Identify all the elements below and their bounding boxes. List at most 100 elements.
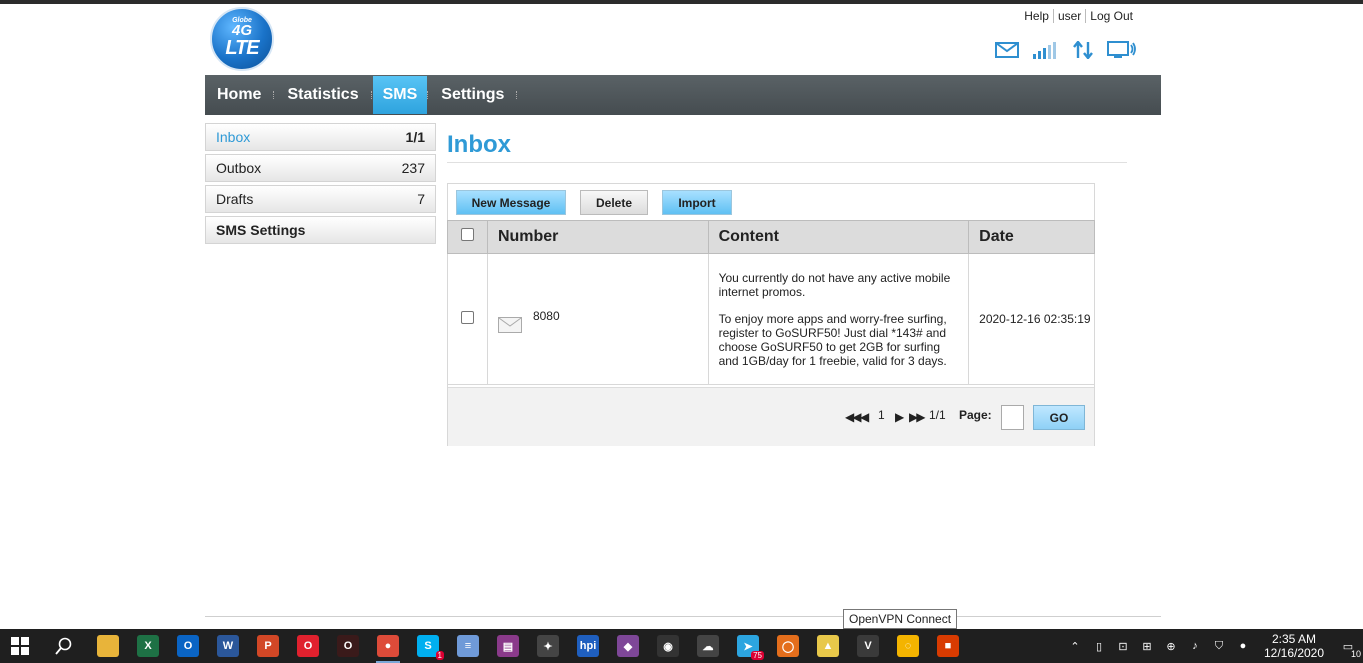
prev-page-icon[interactable]: ◀	[860, 410, 869, 424]
envelope-icon[interactable]	[995, 42, 1019, 58]
first-page-icon[interactable]: ◀◀	[845, 410, 862, 424]
office-glyph: ■	[937, 635, 959, 657]
sidebar-item-outbox[interactable]: Outbox 237	[205, 154, 436, 182]
office-icon[interactable]: ■	[928, 629, 968, 663]
hpi-icon[interactable]: hpi	[568, 629, 608, 663]
nav-settings[interactable]: Settings	[429, 75, 516, 115]
window-top-border	[0, 0, 1363, 4]
status-icons	[995, 40, 1137, 60]
envelope-icon	[497, 317, 522, 333]
volume-icon[interactable]: ♪	[1183, 629, 1207, 663]
chrome-icon[interactable]: ●	[368, 629, 408, 663]
powerpoint-icon[interactable]: P	[248, 629, 288, 663]
sidebar-item-sms-settings[interactable]: SMS Settings	[205, 216, 436, 244]
sidebar-item-inbox[interactable]: Inbox 1/1	[205, 123, 436, 151]
chat-icon[interactable]: ◌	[888, 629, 928, 663]
pagination-bar: ◀◀ ◀ 1 ▶ ▶▶ 1/1 Page: GO	[448, 387, 1094, 446]
device-connection-icon	[1107, 41, 1136, 58]
nav-home[interactable]: Home	[205, 75, 273, 115]
microphone-icon[interactable]: ●	[1231, 629, 1255, 663]
cloud-icon[interactable]: ☁	[688, 629, 728, 663]
page-total: 1/1	[929, 408, 946, 422]
globe-icon[interactable]: ⊕	[1159, 629, 1183, 663]
system-tray: ⌃ ▯ ⊡ ⊞ ⊕ ♪ ⛉ ● 2:35 AM 12/16/2020 ▭ 10	[1063, 629, 1363, 663]
outlook-icon[interactable]: O	[168, 629, 208, 663]
page-label: Page:	[959, 408, 992, 422]
message-paragraph: To enjoy more apps and worry-free surfin…	[718, 311, 947, 368]
next-page-icon[interactable]: ▶	[895, 410, 904, 424]
opera-icon[interactable]: O	[288, 629, 328, 663]
search-icon[interactable]	[40, 629, 88, 663]
nav-sms[interactable]: SMS	[372, 76, 428, 114]
message-content: You currently do not have any active mob…	[709, 271, 969, 368]
tor-icon[interactable]: ◆	[608, 629, 648, 663]
app-swirl-icon[interactable]: ✦	[528, 629, 568, 663]
excel-icon[interactable]: X	[128, 629, 168, 663]
clock[interactable]: 2:35 AM 12/16/2020	[1255, 632, 1333, 660]
skype-badge: 1	[435, 651, 444, 660]
skype-icon[interactable]: S1	[408, 629, 448, 663]
column-number[interactable]: Number	[486, 220, 709, 254]
chrome-glyph: ●	[377, 635, 399, 657]
row-checkbox[interactable]	[461, 311, 474, 324]
number-cell: 8080	[486, 253, 709, 385]
sidebar-item-drafts[interactable]: Drafts 7	[205, 185, 436, 213]
chat-glyph: ◌	[897, 635, 919, 657]
network-icon[interactable]: ⊡	[1111, 629, 1135, 663]
tor-glyph: ◆	[617, 635, 639, 657]
help-link[interactable]: Help	[1020, 9, 1053, 23]
nav-statistics[interactable]: Statistics	[275, 75, 370, 115]
file-explorer-icon[interactable]	[88, 629, 128, 663]
globe-4g-lte-logo: Globe 4G LTE	[210, 7, 274, 71]
voicemeeter-icon[interactable]: V	[848, 629, 888, 663]
user-link[interactable]: user	[1052, 9, 1085, 23]
sidebar-item-label: Outbox	[216, 160, 262, 176]
last-page-icon[interactable]: ▶▶	[909, 410, 926, 424]
telegram-icon[interactable]: ➤ 75	[728, 629, 768, 663]
column-date[interactable]: Date	[968, 220, 1095, 254]
powerpoint-glyph: P	[257, 635, 279, 657]
action-toolbar: New Message Delete Import	[456, 190, 732, 215]
current-page-number[interactable]: 1	[878, 408, 885, 422]
footer-divider	[205, 616, 1161, 617]
shield-icon[interactable]: ⛉	[1207, 629, 1231, 663]
notifications-icon[interactable]: ▭ 10	[1333, 629, 1363, 663]
opera-gx-icon[interactable]: O	[328, 629, 368, 663]
message-paragraph: You currently do not have any active mob…	[718, 270, 951, 299]
winrar-icon[interactable]: ▤	[488, 629, 528, 663]
logout-link[interactable]: Log Out	[1085, 9, 1137, 23]
go-button[interactable]: GO	[1033, 405, 1085, 430]
clock-time: 2:35 AM	[1271, 632, 1317, 646]
notepad-icon[interactable]: ≡	[448, 629, 488, 663]
windows-start-icon[interactable]	[0, 629, 40, 663]
sms-sidebar: Inbox 1/1 Outbox 237 Drafts 7 SMS Settin…	[205, 123, 436, 247]
row-select-cell	[447, 253, 488, 385]
notepad-glyph: ≡	[457, 635, 479, 657]
notification-app-glyph: ▲	[817, 635, 839, 657]
select-all-checkbox[interactable]	[461, 228, 474, 241]
column-content[interactable]: Content	[707, 220, 970, 254]
openvpn-icon[interactable]: ◯	[768, 629, 808, 663]
chevron-up-icon[interactable]: ⌃	[1063, 629, 1087, 663]
clock-date: 12/16/2020	[1263, 646, 1325, 660]
phone-icon[interactable]: ▯	[1087, 629, 1111, 663]
word-glyph: W	[217, 635, 239, 657]
inbox-panel: New Message Delete Import Number Content…	[447, 183, 1095, 446]
delete-button[interactable]: Delete	[580, 190, 648, 215]
content-cell: You currently do not have any active mob…	[707, 253, 970, 385]
title-divider	[447, 162, 1127, 163]
new-message-button[interactable]: New Message	[456, 190, 566, 215]
word-icon[interactable]: W	[208, 629, 248, 663]
table-row[interactable]: 8080 You currently do not have any activ…	[447, 253, 1095, 385]
messages-table: Number Content Date 8080 You currently d…	[447, 220, 1095, 385]
outlook-glyph: O	[177, 635, 199, 657]
sidebar-item-label: Drafts	[216, 191, 254, 207]
nav-separator	[516, 91, 518, 99]
table-header-row: Number Content Date	[447, 220, 1095, 254]
sidebar-item-count: 7	[417, 191, 425, 207]
grid-icon[interactable]: ⊞	[1135, 629, 1159, 663]
import-button[interactable]: Import	[662, 190, 732, 215]
disk-icon[interactable]: ◉	[648, 629, 688, 663]
notification-app-icon[interactable]: ▲	[808, 629, 848, 663]
page-number-input[interactable]	[1001, 405, 1024, 430]
